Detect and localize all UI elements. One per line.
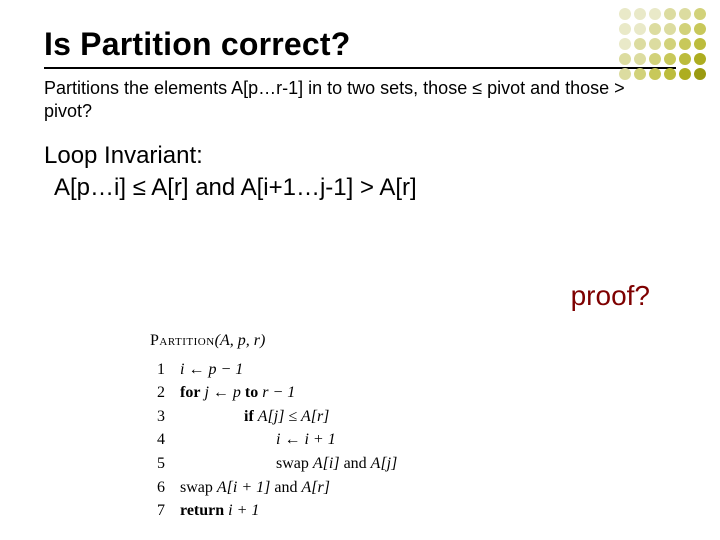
line-code: for j ← p to r − 1 xyxy=(179,381,398,405)
decorative-dot xyxy=(679,38,691,50)
line-number: 5 xyxy=(150,452,179,476)
pseudocode-line: 3 if A[j] ≤ A[r] xyxy=(150,405,398,429)
title-underline xyxy=(44,67,676,69)
line-code: swap A[i + 1] and A[r] xyxy=(179,476,398,500)
decorative-dot xyxy=(679,8,691,20)
slide-subtext: Partitions the elements A[p…r-1] in to t… xyxy=(44,77,676,122)
decorative-dot xyxy=(664,38,676,50)
pseudocode-line: 7return i + 1 xyxy=(150,499,398,523)
line-number: 1 xyxy=(150,358,179,382)
slide: Is Partition correct? Partitions the ele… xyxy=(0,0,720,540)
pseudocode-line: 4 i ← i + 1 xyxy=(150,428,398,452)
decorative-dot xyxy=(619,8,631,20)
decorative-dot xyxy=(649,8,661,20)
decorative-dot xyxy=(649,38,661,50)
line-code: i ← i + 1 xyxy=(179,428,398,452)
line-number: 3 xyxy=(150,405,179,429)
decorative-dot xyxy=(694,23,706,35)
pseudocode-header: Partition(A, p, r) xyxy=(150,330,398,352)
line-code: if A[j] ≤ A[r] xyxy=(179,405,398,429)
decorative-dot xyxy=(634,53,646,65)
decorative-dot xyxy=(664,53,676,65)
decorative-dot xyxy=(664,23,676,35)
pseudocode-line: 5 swap A[i] and A[j] xyxy=(150,452,398,476)
decorative-dot xyxy=(664,68,676,80)
decorative-dot xyxy=(664,8,676,20)
line-code: swap A[i] and A[j] xyxy=(179,452,398,476)
decorative-dot xyxy=(634,38,646,50)
decorative-dot xyxy=(679,23,691,35)
decorative-dot xyxy=(619,38,631,50)
line-number: 7 xyxy=(150,499,179,523)
decorative-dot xyxy=(619,53,631,65)
decorative-dot xyxy=(694,8,706,20)
pseudocode-lines: 1i ← p − 12for j ← p to r − 13 if A[j] ≤… xyxy=(150,358,398,523)
decorative-dot xyxy=(679,68,691,80)
line-code: i ← p − 1 xyxy=(179,358,398,382)
decorative-dot xyxy=(694,68,706,80)
line-number: 2 xyxy=(150,381,179,405)
line-code: return i + 1 xyxy=(179,499,398,523)
decorative-dot-grid xyxy=(619,8,706,80)
slide-title: Is Partition correct? xyxy=(44,26,676,63)
pseudocode-line: 6swap A[i + 1] and A[r] xyxy=(150,476,398,500)
pseudocode-line: 1i ← p − 1 xyxy=(150,358,398,382)
pseudocode-line: 2for j ← p to r − 1 xyxy=(150,381,398,405)
decorative-dot xyxy=(649,23,661,35)
pseudocode-block: Partition(A, p, r) 1i ← p − 12for j ← p … xyxy=(150,330,398,523)
decorative-dot xyxy=(619,68,631,80)
loop-invariant-expression: A[p…i] ≤ A[r] and A[i+1…j-1] > A[r] xyxy=(54,174,676,202)
algorithm-args: (A, p, r) xyxy=(215,332,266,349)
decorative-dot xyxy=(649,53,661,65)
loop-invariant-heading: Loop Invariant: xyxy=(44,142,676,170)
decorative-dot xyxy=(694,38,706,50)
decorative-dot xyxy=(634,68,646,80)
decorative-dot xyxy=(694,53,706,65)
decorative-dot xyxy=(634,23,646,35)
decorative-dot xyxy=(679,53,691,65)
line-number: 6 xyxy=(150,476,179,500)
decorative-dot xyxy=(619,23,631,35)
algorithm-name: Partition xyxy=(150,332,215,349)
proof-callout: proof? xyxy=(571,280,650,312)
decorative-dot xyxy=(649,68,661,80)
line-number: 4 xyxy=(150,428,179,452)
decorative-dot xyxy=(634,8,646,20)
